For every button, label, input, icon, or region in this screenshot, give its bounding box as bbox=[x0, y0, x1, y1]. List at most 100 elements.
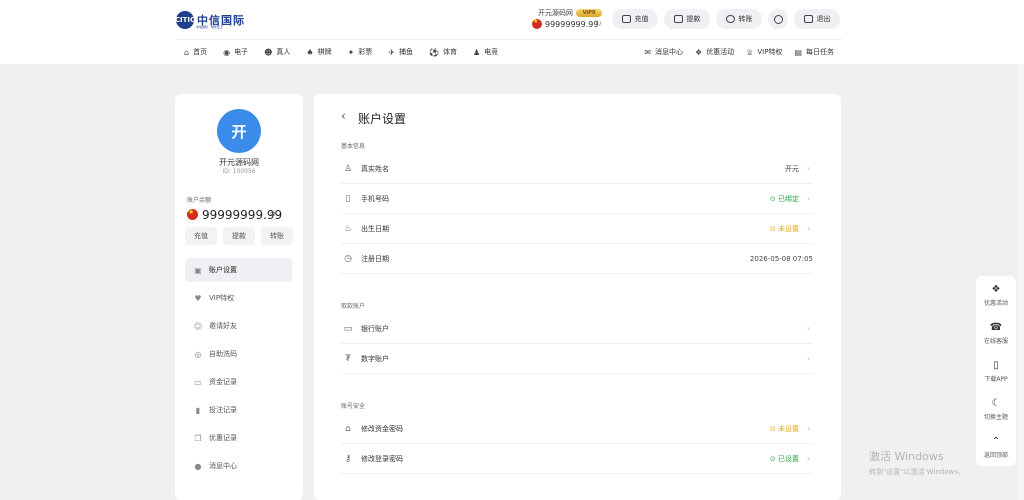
row-status-unset: ⊙ 未设置 bbox=[769, 224, 799, 233]
sidebar-item-bets[interactable]: ▮ 投注记录 bbox=[185, 398, 292, 422]
sidebar-item-label: 优惠记录 bbox=[209, 434, 237, 442]
chevron-right-icon: › bbox=[807, 424, 811, 433]
sidebar-item-label: 资金记录 bbox=[209, 378, 237, 386]
message-icon: ● bbox=[194, 461, 202, 471]
bank-card-icon: ▭ bbox=[343, 323, 353, 334]
nav-label: 电竞 bbox=[484, 48, 499, 56]
sidebar-item-rebate[interactable]: ◎ 自助洗码 bbox=[185, 342, 292, 366]
chevron-right-icon: › bbox=[807, 354, 811, 363]
nav-label: 捕鱼 bbox=[398, 48, 413, 56]
profile-button[interactable] bbox=[768, 9, 788, 29]
row-value: 未设置 bbox=[778, 224, 799, 233]
calendar-icon: ▤ bbox=[794, 47, 802, 57]
nav-promotions[interactable]: ❖ 优惠活动 bbox=[695, 47, 734, 57]
sidebar-item-account-settings[interactable]: ▣ 账户设置 bbox=[185, 258, 292, 282]
deposit-label: 充值 bbox=[634, 15, 649, 23]
transfer-button[interactable]: 转账 bbox=[716, 9, 762, 29]
hide-balance-icon[interactable]: ⊘ bbox=[270, 210, 276, 218]
user-icon: ♙ bbox=[343, 163, 353, 174]
row-fund-password[interactable]: ⌂ 修改资金密码 ⊙ 未设置 › bbox=[341, 414, 813, 444]
watermark-title: 激活 Windows bbox=[869, 450, 944, 463]
nav-home[interactable]: ⌂ 首页 bbox=[184, 47, 207, 57]
sidebar-transfer-button[interactable]: 转账 bbox=[261, 227, 293, 245]
nav-right: ✉ 消息中心 ❖ 优惠活动 ♕ VIP特权 ▤ 每日任务 bbox=[632, 40, 834, 64]
lottery-icon: ✦ bbox=[347, 47, 355, 57]
header-balance: 99999999.99 bbox=[545, 20, 599, 29]
sidebar-deposit-button[interactable]: 充值 bbox=[185, 227, 217, 245]
floating-toolbar: ❖ 优惠活动 ☎ 在线客服 ▯ 下载APP ☾ 切换主题 ⌃ 返回顶部 bbox=[976, 276, 1016, 466]
nav-vip[interactable]: ♕ VIP特权 bbox=[746, 47, 782, 57]
nav-sports[interactable]: ⚽ 体育 bbox=[429, 47, 457, 57]
cake-icon: ♨ bbox=[343, 223, 353, 234]
nav-messages[interactable]: ✉ 消息中心 bbox=[644, 47, 683, 57]
row-birthday[interactable]: ♨ 出生日期 ⊙ 未设置 › bbox=[341, 214, 813, 244]
sidebar-item-funds[interactable]: ▭ 资金记录 bbox=[185, 370, 292, 394]
lock-icon: ⌂ bbox=[345, 423, 351, 434]
row-value: 开元 bbox=[785, 164, 799, 173]
section-account-security: 账号安全 bbox=[341, 403, 366, 410]
nav-lottery[interactable]: ✦ 彩票 bbox=[348, 47, 373, 57]
float-back-to-top[interactable]: ⌃ 返回顶部 bbox=[976, 428, 1016, 466]
sidebar-item-promo-records[interactable]: ❒ 优惠记录 bbox=[185, 426, 292, 450]
sidebar-item-label: VIP特权 bbox=[209, 294, 235, 302]
float-switch-theme[interactable]: ☾ 切换主题 bbox=[976, 390, 1016, 428]
nav-live[interactable]: ☻ 真人 bbox=[264, 47, 290, 57]
nav-label: VIP特权 bbox=[757, 48, 783, 56]
refresh-icon[interactable]: ↻ bbox=[595, 19, 602, 28]
user-icon bbox=[773, 14, 783, 24]
page-scrollbar[interactable] bbox=[1018, 64, 1024, 500]
crown-icon: ♕ bbox=[746, 47, 754, 57]
deposit-button[interactable]: 充值 bbox=[612, 9, 658, 29]
nav-slots[interactable]: ◉ 电子 bbox=[223, 47, 248, 57]
chevron-right-icon: › bbox=[807, 224, 811, 233]
logout-button[interactable]: 退出 bbox=[794, 9, 840, 29]
float-customer-service[interactable]: ☎ 在线客服 bbox=[976, 314, 1016, 352]
section-basic-info: 基本信息 bbox=[341, 143, 366, 150]
row-login-password[interactable]: ⚷ 修改登录密码 ⊙ 已设置 › bbox=[341, 444, 813, 474]
row-label: 出生日期 bbox=[361, 224, 389, 233]
funds-icon: ▭ bbox=[194, 377, 202, 387]
wallet-icon bbox=[621, 15, 631, 23]
china-flag-icon bbox=[532, 18, 542, 29]
sidebar-withdraw-button[interactable]: 提款 bbox=[223, 227, 255, 245]
crypto-icon: ₮ bbox=[345, 353, 351, 364]
section-withdraw-accounts: 取款账户 bbox=[341, 303, 366, 310]
row-real-name[interactable]: ♙ 真实姓名 开元 › bbox=[341, 154, 813, 184]
float-promotions[interactable]: ❖ 优惠活动 bbox=[976, 276, 1016, 314]
nav-daily-tasks[interactable]: ▤ 每日任务 bbox=[794, 47, 834, 57]
row-status-set: ⊙ 已设置 bbox=[769, 454, 799, 463]
row-register-date: ◷ 注册日期 2026-05-08 07:05 bbox=[341, 244, 813, 274]
row-label: 修改资金密码 bbox=[361, 424, 403, 433]
row-label: 修改登录密码 bbox=[361, 454, 403, 463]
float-download-app[interactable]: ▯ 下载APP bbox=[976, 352, 1016, 390]
nav-esports[interactable]: ♟ 电竞 bbox=[473, 47, 498, 57]
sidebar-item-label: 账户设置 bbox=[209, 266, 237, 274]
sidebar-item-invite[interactable]: ☺ 邀请好友 bbox=[185, 314, 292, 338]
sidebar-item-messages[interactable]: ● 消息中心 bbox=[185, 454, 292, 478]
back-icon[interactable]: ‹ bbox=[341, 109, 346, 123]
row-status-bound: ⊙ 已绑定 bbox=[769, 194, 799, 203]
gift-icon: ❒ bbox=[194, 433, 202, 443]
slots-icon: ◉ bbox=[223, 47, 231, 57]
account-settings-panel: ‹ 账户设置 基本信息 ♙ 真实姓名 开元 › ▯ 手机号码 ⊙ 已绑定 › ♨… bbox=[314, 94, 841, 500]
fishing-icon: ✈ bbox=[388, 47, 395, 57]
row-bank-account[interactable]: ▭ 银行账户 › bbox=[341, 314, 813, 344]
header-user-info: 开元源码网 VIP0 99999999.99 ↻ bbox=[532, 8, 606, 32]
gift-icon: ❖ bbox=[991, 283, 1001, 295]
nav-label: 彩票 bbox=[358, 48, 373, 56]
sidebar-item-vip[interactable]: ♥ VIP特权 bbox=[185, 286, 292, 310]
row-value: 已设置 bbox=[778, 454, 799, 463]
avatar[interactable]: 开 bbox=[217, 109, 261, 153]
row-crypto-account[interactable]: ₮ 数字账户 › bbox=[341, 344, 813, 374]
row-label: 数字账户 bbox=[361, 354, 389, 363]
chevron-right-icon: › bbox=[807, 454, 811, 463]
float-label: 切换主题 bbox=[983, 413, 1008, 421]
row-phone[interactable]: ▯ 手机号码 ⊙ 已绑定 › bbox=[341, 184, 813, 214]
row-value: 未设置 bbox=[778, 424, 799, 433]
row-value: 已绑定 bbox=[778, 194, 799, 203]
china-flag-icon bbox=[187, 208, 198, 220]
withdraw-button[interactable]: 提款 bbox=[664, 9, 710, 29]
nav-fishing[interactable]: ✈ 捕鱼 bbox=[388, 47, 413, 57]
nav-cards[interactable]: ♠ 棋牌 bbox=[306, 47, 331, 57]
diamond-icon: ♥ bbox=[194, 293, 202, 303]
